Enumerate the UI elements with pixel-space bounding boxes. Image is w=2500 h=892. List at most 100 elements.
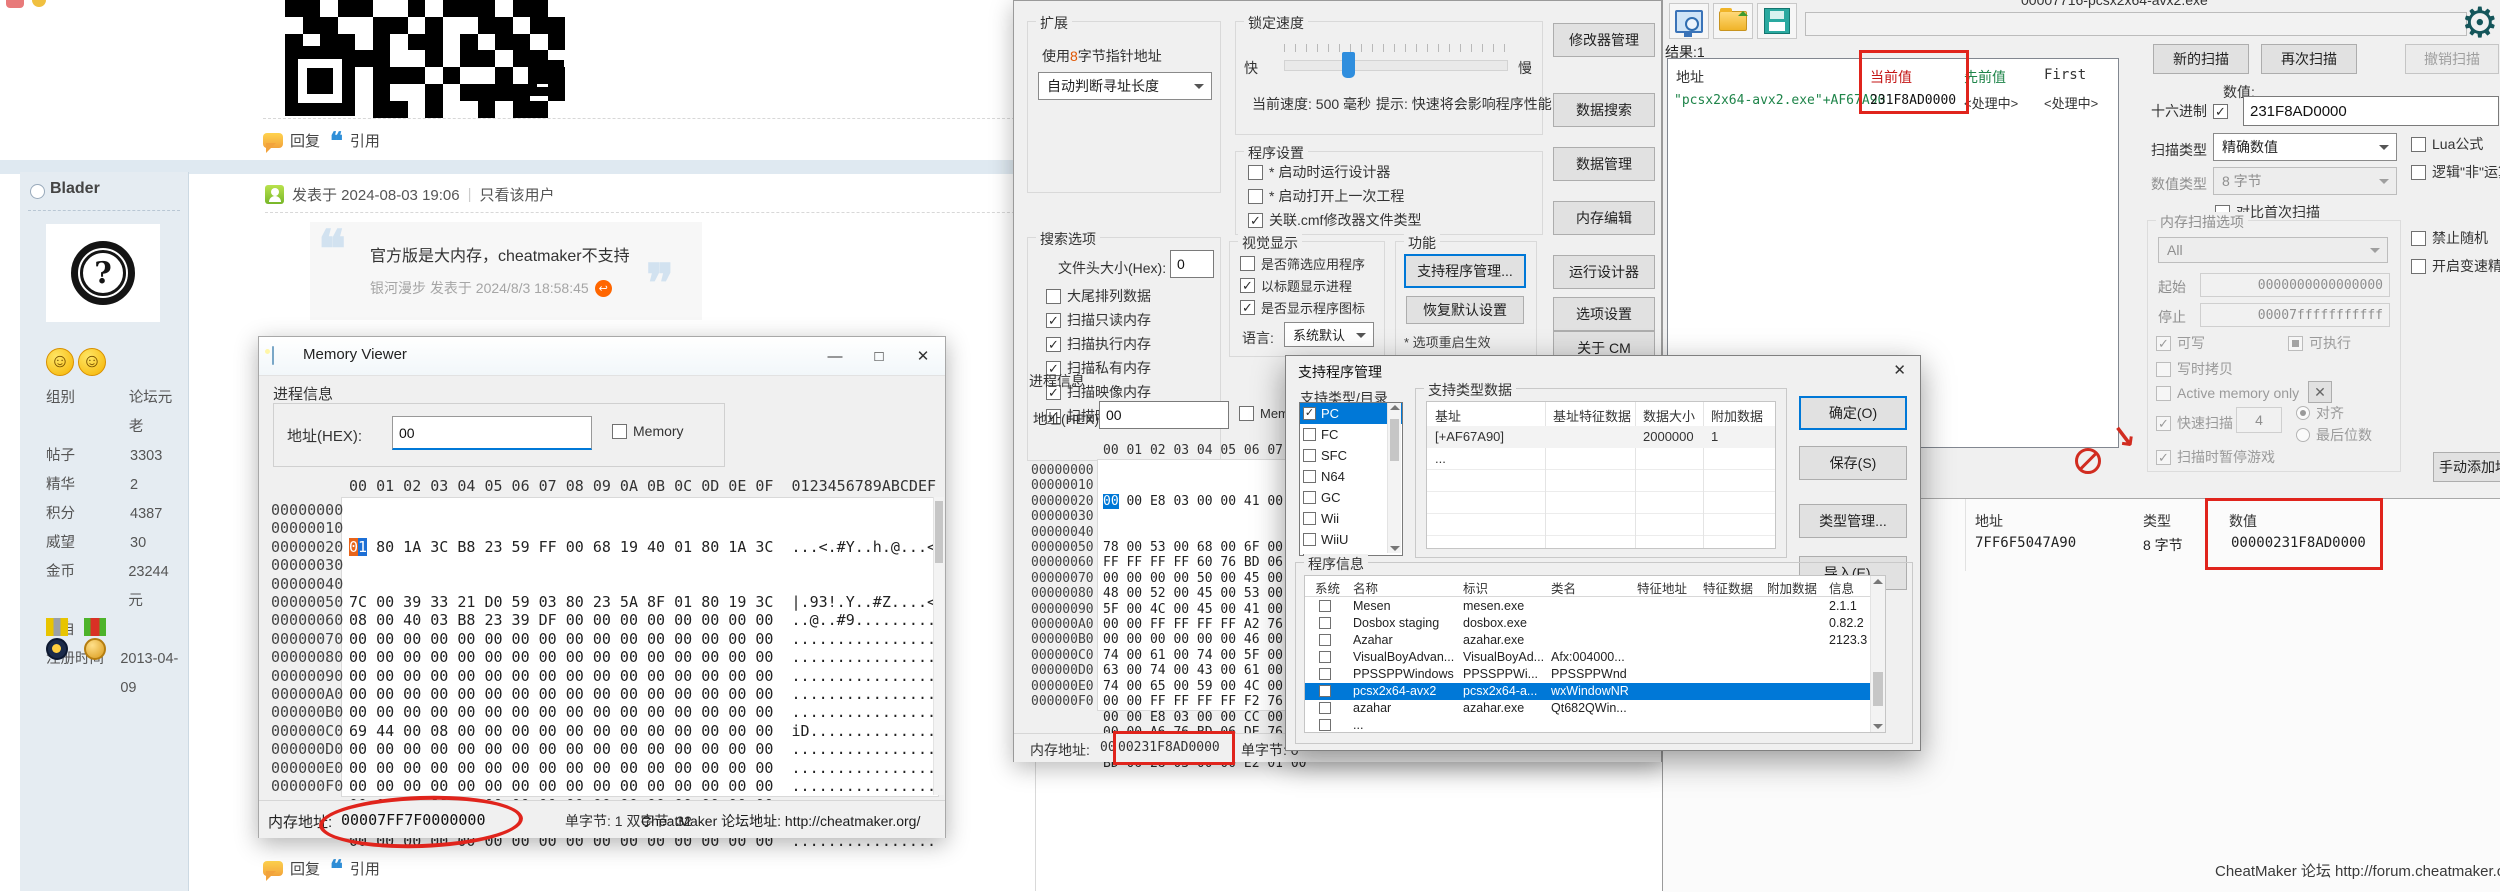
executable-checkbox[interactable]: 可执行 <box>2288 333 2351 353</box>
settings-action-button[interactable]: 修改器管理 <box>1553 23 1655 57</box>
results-header-current: 当前值 <box>1870 67 1912 87</box>
support-program-manager-button[interactable]: 支持程序管理... <box>1404 254 1526 288</box>
program-checkbox[interactable] <box>1319 668 1331 680</box>
copy-on-write-checkbox[interactable]: 写时拷贝 <box>2156 359 2233 379</box>
settings-action-button[interactable]: 数据管理 <box>1553 147 1655 181</box>
type-data-row[interactable]: [+AF67A90] 2000000 1 <box>1427 426 1776 448</box>
only-author-link[interactable]: 只看该用户 <box>480 184 555 205</box>
pause-game-checkbox[interactable]: 扫描时暂停游戏 <box>2156 447 2275 467</box>
hex-address-column: 00000000 00000010 00000020 00000030 0000… <box>271 501 343 796</box>
hex-checkbox[interactable]: 十六进制 <box>2151 101 2228 121</box>
memory-range-select[interactable]: All <box>2158 237 2388 263</box>
settings-checkbox[interactable]: * 启动时运行设计器 <box>1248 160 1421 184</box>
scan-option-checkbox[interactable]: 开启变速精灵 <box>2411 256 2500 276</box>
scan-option-checkbox[interactable]: 逻辑"非"运算 <box>2411 162 2500 182</box>
scan-option-checkbox[interactable]: Lua公式 <box>2411 134 2483 154</box>
divider <box>28 210 180 211</box>
minimize-button[interactable]: — <box>813 337 857 375</box>
settings-checkbox[interactable]: 扫描只读内存 <box>1040 308 1151 332</box>
settings-action-button[interactable]: 选项设置 <box>1553 297 1655 331</box>
settings-checkbox[interactable]: 关联.cmf修改器文件类型 <box>1248 208 1421 232</box>
settings-checkbox[interactable]: 扫描执行内存 <box>1040 332 1151 356</box>
program-checkbox[interactable] <box>1319 651 1331 663</box>
program-row[interactable]: azahar azahar.exe Qt682QWin... <box>1305 700 1871 717</box>
reply-button-bottom[interactable]: 回复 <box>263 858 320 879</box>
program-checkbox[interactable] <box>1319 685 1331 697</box>
program-checkbox[interactable] <box>1319 617 1331 629</box>
restore-defaults-button[interactable]: 恢复默认设置 <box>1406 296 1524 324</box>
file-header-size-input[interactable]: 0 <box>1170 250 1214 278</box>
program-row[interactable]: Mesen mesen.exe 2.1.1 <box>1305 598 1871 615</box>
scan-option-checkbox[interactable]: 禁止随机 <box>2411 228 2488 248</box>
new-scan-button[interactable]: 新的扫描 <box>2153 44 2249 74</box>
type-data-table[interactable]: 基址 基址特征数据 数据大小 附加数据 [+AF67A90] 2000000 1… <box>1426 401 1776 549</box>
speed-slider-thumb[interactable] <box>1342 52 1355 78</box>
programs-scrollbar[interactable] <box>1870 576 1885 732</box>
settings-checkbox[interactable]: 是否筛选应用程序 <box>1240 252 1365 274</box>
close-button[interactable]: ✕ <box>901 337 945 375</box>
program-checkbox[interactable] <box>1319 600 1331 612</box>
active-memory-checkbox[interactable]: Active memory only <box>2156 385 2299 401</box>
program-row[interactable]: Azahar azahar.exe 2123.3 <box>1305 632 1871 649</box>
program-checkbox[interactable] <box>1319 719 1331 731</box>
dialog-action-button[interactable]: 保存(S) <box>1799 446 1907 480</box>
program-row[interactable]: pcsx2x64-avx2 pcsx2x64-a... wxWindowNR <box>1305 683 1871 700</box>
next-scan-button[interactable]: 再次扫描 <box>2261 44 2357 74</box>
process-address-input[interactable]: 00 <box>1099 401 1229 429</box>
dialog-action-button[interactable]: 类型管理... <box>1799 504 1907 538</box>
table-header-type: 类型 <box>2143 511 2171 531</box>
dialog-action-button[interactable]: 确定(O) <box>1799 396 1907 430</box>
dialog-close-icon[interactable]: ✕ <box>1893 361 1906 379</box>
save-file-button[interactable] <box>1757 3 1797 39</box>
fast-scan-checkbox[interactable]: 快速扫描 <box>2156 413 2233 433</box>
manual-add-address-button[interactable]: 手动添加地址 <box>2433 452 2500 482</box>
active-memory-clear-button[interactable]: ✕ <box>2308 381 2332 403</box>
address-input[interactable]: 00 <box>392 416 592 450</box>
pointer-length-select[interactable]: 自动判断寻址长度 <box>1038 72 1212 100</box>
dialog-titlebar[interactable]: 支持程序管理 ✕ <box>1286 356 1920 384</box>
writable-checkbox[interactable]: 可写 <box>2156 333 2205 353</box>
settings-checkbox[interactable]: 以标题显示进程 <box>1240 274 1365 296</box>
program-row[interactable]: PPSSPPWindows PPSSPPWi... PPSSPPWnd <box>1305 666 1871 683</box>
align-radio[interactable]: 对齐 <box>2296 403 2344 423</box>
start-address-input[interactable]: 0000000000000000 <box>2200 273 2390 297</box>
stop-address-input[interactable]: 00007fffffffffff <box>2200 303 2390 327</box>
maximize-button[interactable]: □ <box>857 337 901 375</box>
open-file-button[interactable] <box>1713 3 1753 39</box>
select-process-button[interactable] <box>1669 3 1709 39</box>
no-entry-icon[interactable] <box>2075 448 2101 474</box>
result-row[interactable]: "pcsx2x64-avx2.exe"+AF67A90 231F8AD0000 … <box>1668 91 2118 111</box>
fast-scan-value-input[interactable]: 4 <box>2236 407 2282 433</box>
username-link[interactable]: Blader <box>50 180 100 198</box>
settings-checkbox[interactable]: 是否显示程序图标 <box>1240 296 1365 318</box>
last-digits-radio[interactable]: 最后位数 <box>2296 425 2372 445</box>
program-settings-checkboxes: * 启动时运行设计器 * 启动打开上一次工程 关联.cmf修改器文件类型 <box>1248 160 1421 232</box>
settings-action-button[interactable]: 运行设计器 <box>1553 255 1655 289</box>
programs-table[interactable]: 系统 名称 标识 类名 特征地址 特征数据 附加数据 信息 Mesen mese… <box>1304 575 1886 733</box>
program-row[interactable]: VisualBoyAdvan... VisualBoyAd... Afx:004… <box>1305 649 1871 666</box>
settings-checkbox[interactable]: 大尾排列数据 <box>1040 284 1151 308</box>
scan-type-select[interactable]: 精确数值 <box>2213 133 2397 161</box>
program-row[interactable]: Dosbox staging dosbox.exe 0.82.2 <box>1305 615 1871 632</box>
window-title-cut: 00007716-pcsx2x64-avx2.exe <box>2021 0 2311 12</box>
goto-quote-icon[interactable]: ↩ <box>595 280 612 297</box>
types-scrollbar[interactable] <box>1387 403 1401 553</box>
memory-checkbox[interactable]: Memory <box>612 423 684 439</box>
program-checkbox[interactable] <box>1319 702 1331 714</box>
quote-button[interactable]: ❝ 引用 <box>330 130 380 151</box>
settings-action-button[interactable]: 数据搜索 <box>1553 93 1655 127</box>
value-type-select[interactable]: 8 字节 <box>2213 167 2397 195</box>
program-checkbox[interactable] <box>1319 634 1331 646</box>
program-row[interactable]: ... <box>1305 717 1871 733</box>
avatar[interactable]: ? <box>46 224 160 322</box>
hex-scrollbar[interactable] <box>933 497 944 795</box>
memory-viewer-titlebar[interactable]: Memory Viewer — □ ✕ <box>259 337 945 376</box>
cheat-value: 00000231F8AD0000 <box>2231 535 2366 551</box>
reply-button[interactable]: 回复 <box>263 130 320 151</box>
settings-action-button[interactable]: 内存编辑 <box>1553 201 1655 235</box>
settings-checkbox[interactable]: * 启动打开上一次工程 <box>1248 184 1421 208</box>
speed-slider[interactable] <box>1284 60 1508 71</box>
add-to-table-arrow-icon[interactable]: ↘ <box>2109 418 2139 456</box>
online-status-icon <box>30 184 45 199</box>
language-select[interactable]: 系统默认 <box>1284 322 1374 347</box>
